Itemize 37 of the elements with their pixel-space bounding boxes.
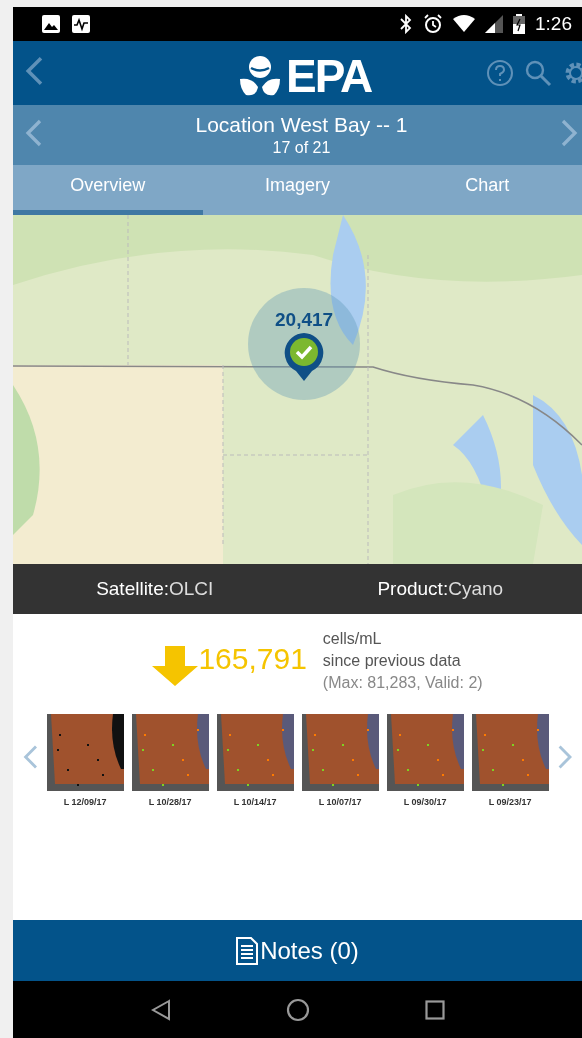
back-icon[interactable] (150, 998, 171, 1021)
document-icon (236, 936, 259, 965)
logo-text: EPA (286, 49, 372, 103)
thumbnail-date: L 12/09/17 (63, 797, 107, 807)
logo-icon (238, 55, 282, 97)
change-value: 165,791 (198, 642, 307, 676)
unit-label: cells/mL (322, 630, 383, 648)
thumbnail-date: L 10/28/17 (148, 797, 192, 807)
change-detail: (Max: 81,283, Valid: 2) (322, 674, 483, 692)
notes-button[interactable]: Notes (0) (13, 920, 582, 981)
thumbnail-date: L 09/30/17 (403, 797, 447, 807)
location-title: Location West Bay -- 1 (195, 113, 408, 137)
clock-time: 1:26 (535, 13, 572, 35)
tab[interactable]: Chart (392, 165, 582, 215)
home-icon[interactable] (285, 997, 310, 1022)
wifi-icon (453, 15, 475, 33)
previous-icon[interactable] (23, 744, 39, 770)
next-icon[interactable] (560, 118, 578, 148)
next-icon[interactable] (556, 744, 573, 770)
alarm-icon (423, 14, 443, 34)
pulse-icon (71, 14, 91, 34)
map-pin-icon[interactable] (282, 331, 326, 383)
battery-icon (513, 14, 525, 34)
location-position: 17 of 21 (272, 139, 331, 157)
thumbnail-date: L 10/14/17 (233, 797, 277, 807)
image-icon (41, 14, 61, 34)
recents-icon[interactable] (424, 999, 445, 1020)
change-note: since previous data (322, 652, 462, 670)
bluetooth-icon (399, 14, 413, 34)
marker-count: 20,417 (275, 309, 334, 331)
tab[interactable]: Imagery (202, 165, 393, 215)
help-icon[interactable] (486, 59, 514, 87)
signal-icon (485, 15, 503, 33)
thumbnail-date: L 09/23/17 (488, 797, 532, 807)
thumbnail-date: L 10/07/17 (318, 797, 362, 807)
previous-icon[interactable] (25, 118, 43, 148)
search-icon[interactable] (524, 59, 552, 87)
